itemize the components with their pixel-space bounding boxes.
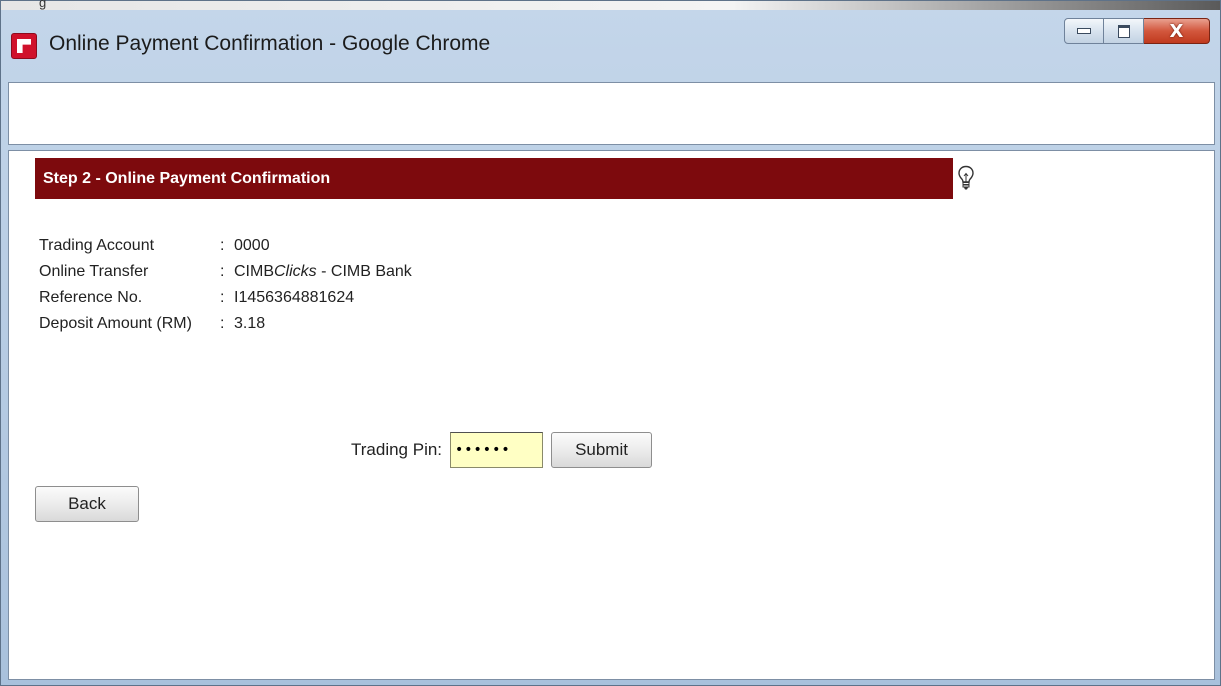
- minimize-button[interactable]: [1064, 18, 1104, 44]
- detail-separator: :: [220, 289, 225, 306]
- maximize-icon: [1117, 24, 1130, 38]
- browser-window: g Online Payment Confirmation - Google C…: [0, 0, 1221, 686]
- cimb-app-icon: [11, 33, 37, 59]
- top-strip: g: [1, 0, 1220, 10]
- trading-pin-input[interactable]: [450, 432, 544, 468]
- address-bar-area: [8, 82, 1215, 145]
- bank-name-italic: Clicks: [274, 263, 317, 280]
- window-controls: X: [1064, 18, 1210, 46]
- detail-label: Deposit Amount (RM): [39, 315, 192, 332]
- minimize-icon: [1077, 28, 1091, 34]
- detail-separator: :: [220, 237, 225, 254]
- step-banner: Step 2 - Online Payment Confirmation: [35, 158, 953, 199]
- detail-row-reference-no: Reference No. : I1456364881624: [39, 285, 412, 311]
- detail-separator: :: [220, 315, 225, 332]
- window-title: Online Payment Confirmation - Google Chr…: [49, 32, 491, 55]
- detail-value: 0000: [234, 237, 270, 254]
- payment-details: Trading Account : 0000 Online Transfer :…: [39, 233, 412, 337]
- submit-button[interactable]: Submit: [551, 432, 653, 468]
- detail-label: Reference No.: [39, 289, 143, 306]
- detail-value: 3.18: [234, 315, 266, 332]
- step-title: Step 2 - Online Payment Confirmation: [43, 169, 331, 187]
- detail-label: Trading Account: [39, 237, 155, 254]
- detail-label: Online Transfer: [39, 263, 149, 280]
- trading-pin-label: Trading Pin:: [351, 440, 443, 459]
- title-bar: Online Payment Confirmation - Google Chr…: [1, 10, 1220, 82]
- back-button[interactable]: Back: [35, 486, 139, 522]
- detail-separator: :: [220, 263, 225, 280]
- trading-pin-row: Trading Pin: Submit: [351, 432, 653, 468]
- detail-row-online-transfer: Online Transfer : CIMBClicks - CIMB Bank: [39, 259, 412, 285]
- maximize-button[interactable]: [1104, 18, 1144, 44]
- close-button[interactable]: X: [1144, 18, 1210, 44]
- lightbulb-icon[interactable]: [957, 165, 975, 191]
- top-strip-text: g: [39, 0, 47, 10]
- page-content: Step 2 - Online Payment Confirmation Tra…: [8, 150, 1215, 680]
- detail-row-trading-account: Trading Account : 0000: [39, 233, 412, 259]
- bank-name-prefix: CIMB: [234, 263, 274, 280]
- detail-row-deposit-amount: Deposit Amount (RM) : 3.18: [39, 311, 412, 337]
- close-icon: X: [1169, 20, 1184, 42]
- detail-value: I1456364881624: [234, 289, 355, 306]
- bank-name-suffix: - CIMB Bank: [316, 263, 412, 280]
- detail-value: CIMBClicks - CIMB Bank: [234, 259, 412, 285]
